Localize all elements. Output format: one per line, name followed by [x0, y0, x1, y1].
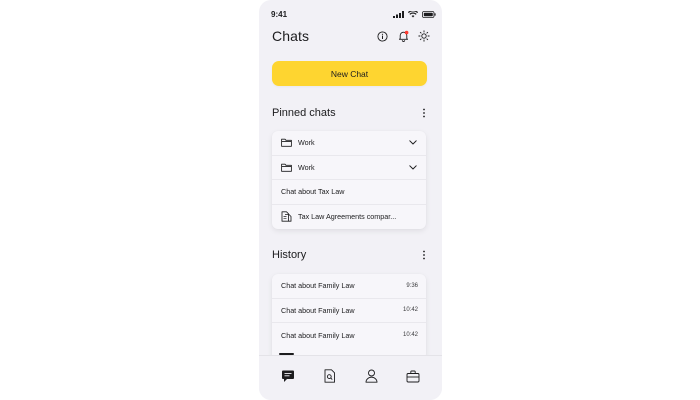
history-list: Chat about Family Law 9:36 Chat about Fa… — [272, 274, 426, 360]
bell-icon[interactable] — [397, 30, 409, 42]
list-item-label: Work — [298, 162, 315, 172]
folder-icon — [281, 137, 292, 148]
new-chat-button[interactable]: New Chat — [272, 61, 427, 86]
pinned-document-item[interactable]: Tax Law Agreements compar... — [272, 205, 426, 230]
history-item-time: 9:36 — [406, 282, 418, 289]
list-item-label: Chat about Tax Law — [281, 187, 345, 197]
history-item-time: 10:42 — [402, 307, 418, 314]
status-icons — [393, 10, 436, 18]
info-icon[interactable] — [376, 30, 388, 42]
history-header: History — [272, 248, 429, 262]
pinned-chats-header: Pinned chats — [272, 106, 429, 120]
chevron-down-icon[interactable] — [408, 139, 418, 147]
battery-icon — [422, 10, 436, 18]
signal-icon — [393, 10, 404, 18]
page-title: Chats — [272, 28, 310, 44]
history-item[interactable]: Chat about Family Law 9:36 — [272, 274, 426, 299]
status-bar: 9:41 — [271, 8, 436, 20]
header: Chats — [272, 27, 430, 45]
pinned-chat-item[interactable]: Chat about Tax Law — [272, 180, 426, 205]
folder-icon — [281, 162, 292, 173]
document-search-icon[interactable] — [322, 368, 338, 384]
header-actions — [376, 30, 430, 42]
history-item-label: Chat about Family Law — [281, 330, 355, 340]
history-item[interactable]: Chat about Family Law 10:42 — [272, 299, 426, 323]
pinned-folder-work[interactable]: Work — [272, 131, 426, 156]
pinned-more-icon[interactable] — [419, 107, 429, 119]
sun-icon[interactable] — [418, 30, 430, 42]
history-item-time: 10:42 — [402, 332, 418, 339]
profile-icon[interactable] — [363, 368, 379, 384]
list-item-label: Work — [298, 138, 315, 148]
chats-tab-icon[interactable] — [280, 368, 296, 384]
tab-bar — [259, 355, 442, 400]
history-item-label: Chat about Family Law — [281, 281, 355, 291]
pinned-chats-list: Work Work Chat about Tax Law Tax Law Agr… — [272, 131, 426, 229]
history-item[interactable]: Chat about Family Law 10:42 — [272, 323, 426, 348]
status-time: 9:41 — [271, 9, 288, 19]
pinned-chats-title: Pinned chats — [272, 107, 336, 119]
wifi-icon — [408, 10, 418, 17]
history-title: History — [272, 249, 307, 261]
pinned-folder-work[interactable]: Work — [272, 156, 426, 180]
history-item-label: Chat about Family Law — [281, 305, 355, 315]
document-icon — [281, 211, 292, 222]
history-more-icon[interactable] — [419, 249, 429, 261]
list-item-label: Tax Law Agreements compar... — [298, 212, 397, 222]
chevron-down-icon[interactable] — [408, 163, 418, 171]
briefcase-icon[interactable] — [405, 368, 421, 384]
phone-screen: 9:41 Chats New Chat Pinned chats Work Wo… — [259, 0, 442, 400]
